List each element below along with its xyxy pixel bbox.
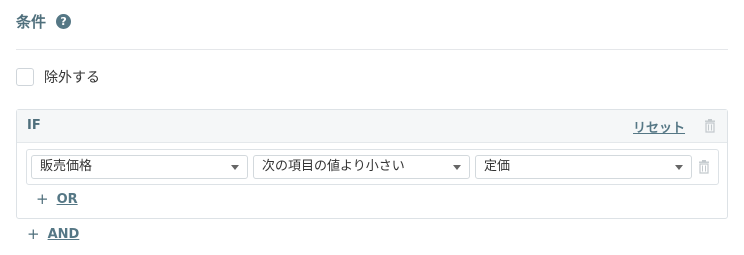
page-title: 条件 (16, 12, 47, 31)
chevron-down-icon (231, 165, 239, 170)
operator-select-value: 次の項目の値より小さい (262, 159, 405, 174)
plus-icon: + (36, 190, 49, 208)
plus-icon: + (27, 225, 40, 243)
trash-icon[interactable] (698, 160, 710, 174)
add-and-label: AND (47, 227, 80, 242)
condition-row: 販売価格 次の項目の値より小さい 定価 (26, 149, 719, 185)
exclude-option[interactable]: 除外する (16, 67, 100, 87)
exclude-checkbox[interactable] (16, 68, 34, 86)
add-or-label: OR (56, 192, 78, 207)
section-header: 条件 ? (16, 10, 72, 32)
chevron-down-icon (675, 165, 683, 170)
trash-icon[interactable] (704, 119, 716, 133)
field-select[interactable]: 販売価格 (31, 155, 248, 179)
value-select[interactable]: 定価 (475, 155, 692, 179)
exclude-label: 除外する (44, 70, 100, 86)
reset-link[interactable]: リセット (633, 117, 685, 136)
question-circle-icon[interactable]: ? (56, 13, 72, 29)
value-select-value: 定価 (484, 159, 511, 174)
if-condition-group: IF リセット 販売価格 次の項目の値より小さい 定価 + OR (16, 109, 728, 219)
if-label: IF (27, 118, 41, 133)
field-select-value: 販売価格 (40, 159, 93, 174)
add-and-button[interactable]: + AND (27, 225, 80, 243)
if-group-header: IF リセット (17, 110, 727, 143)
chevron-down-icon (453, 165, 461, 170)
add-or-button[interactable]: + OR (36, 190, 78, 208)
operator-select[interactable]: 次の項目の値より小さい (253, 155, 470, 179)
divider (16, 49, 728, 50)
